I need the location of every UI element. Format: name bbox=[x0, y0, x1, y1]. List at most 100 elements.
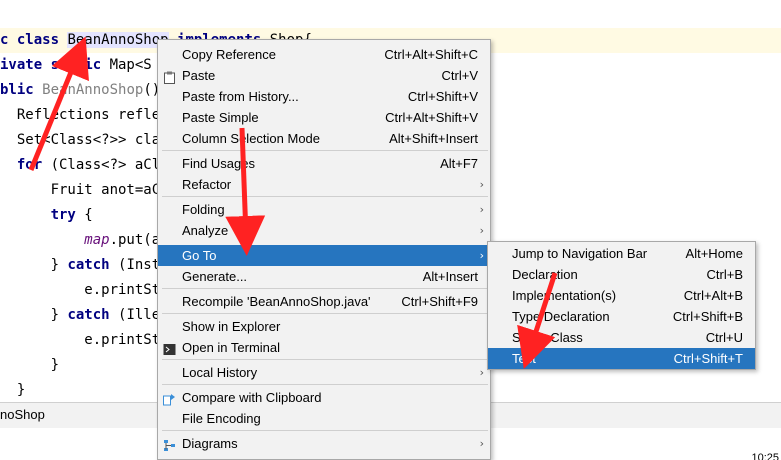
menu-item-generate[interactable]: Generate... Alt+Insert bbox=[158, 266, 490, 287]
code-token: (Inst bbox=[118, 257, 161, 273]
menu-item-label: Open in Terminal bbox=[182, 340, 281, 355]
menu-separator bbox=[162, 384, 488, 385]
code-line[interactable]: map.put(an bbox=[0, 228, 168, 253]
code-token: e.printSta bbox=[0, 282, 169, 298]
chevron-right-icon: › bbox=[479, 178, 484, 191]
menu-item-shortcut: Ctrl+Alt+Shift+V bbox=[385, 110, 478, 125]
submenu-item-label: Test bbox=[512, 351, 536, 366]
menu-item-label: Copy Reference bbox=[182, 47, 276, 62]
menu-item-shortcut: Ctrl+Shift+F9 bbox=[401, 294, 478, 309]
menu-item-shortcut: Alt+F7 bbox=[440, 156, 478, 171]
code-line[interactable]: Reflections reflec bbox=[0, 103, 169, 128]
code-line[interactable]: } catch (Ille bbox=[0, 303, 161, 328]
menu-separator bbox=[162, 359, 488, 360]
code-token: } bbox=[0, 307, 68, 323]
submenu-item-label: Declaration bbox=[512, 267, 578, 282]
chevron-right-icon: › bbox=[479, 224, 484, 237]
menu-item-refactor[interactable]: Refactor › bbox=[158, 174, 490, 195]
submenu-item-jump-to-navigation-bar[interactable]: Jump to Navigation Bar Alt+Home bbox=[488, 243, 755, 264]
menu-item-analyze[interactable]: Analyze › bbox=[158, 220, 490, 241]
menu-item-open-in-terminal[interactable]: Open in Terminal bbox=[158, 337, 490, 358]
menu-item-paste[interactable]: Paste Ctrl+V bbox=[158, 65, 490, 86]
menu-item-shortcut: Ctrl+Alt+Shift+C bbox=[384, 47, 478, 62]
menu-item-local-history[interactable]: Local History › bbox=[158, 362, 490, 383]
menu-item-diagrams[interactable]: Diagrams › bbox=[158, 433, 490, 454]
code-token: for bbox=[0, 157, 51, 173]
menu-separator bbox=[162, 150, 488, 151]
code-line[interactable]: try { bbox=[0, 203, 93, 228]
code-token: c class bbox=[0, 32, 68, 48]
code-token: blic bbox=[0, 82, 43, 98]
code-token: e.printSta bbox=[0, 332, 169, 348]
goto-submenu: Jump to Navigation Bar Alt+Home Declaratio… bbox=[487, 241, 756, 370]
code-line[interactable]: } catch (Inst bbox=[0, 253, 161, 278]
menu-item-copy-reference[interactable]: Copy Reference Ctrl+Alt+Shift+C bbox=[158, 44, 490, 65]
menu-item-shortcut: Ctrl+V bbox=[441, 68, 478, 83]
submenu-item-label: Type Declaration bbox=[512, 309, 610, 324]
code-line[interactable]: Fruit anot=aCl bbox=[0, 178, 169, 203]
code-token: } bbox=[0, 257, 68, 273]
menu-item-paste-simple[interactable]: Paste Simple Ctrl+Alt+Shift+V bbox=[158, 107, 490, 128]
code-line[interactable]: } bbox=[0, 353, 59, 378]
menu-separator bbox=[162, 313, 488, 314]
menu-item-column-selection-mode[interactable]: Column Selection Mode Alt+Shift+Insert bbox=[158, 128, 490, 149]
editor-tab-label[interactable]: noShop bbox=[0, 404, 45, 426]
menu-separator bbox=[162, 196, 488, 197]
code-line[interactable]: blic BeanAnnoShop() bbox=[0, 78, 160, 103]
menu-item-label: Folding bbox=[182, 202, 225, 217]
menu-item-label: Local History bbox=[182, 365, 258, 380]
code-token: } bbox=[0, 357, 60, 373]
context-menu: Copy Reference Ctrl+Alt+Shift+C Paste Ctrl+… bbox=[157, 39, 491, 460]
menu-item-go-to[interactable]: Go To › bbox=[158, 245, 490, 266]
code-token: catch bbox=[67, 257, 119, 273]
code-line[interactable]: ivate static Map<S bbox=[0, 53, 152, 78]
chevron-right-icon: › bbox=[479, 203, 484, 216]
menu-item-label: Generate... bbox=[182, 269, 248, 284]
submenu-item-implementation-s[interactable]: Implementation(s) Ctrl+Alt+B bbox=[488, 285, 755, 306]
menu-item-shortcut: Alt+Shift+Insert bbox=[389, 131, 478, 146]
submenu-item-shortcut: Ctrl+U bbox=[705, 330, 743, 345]
menu-item-compare-with-clipboard[interactable]: Compare with Clipboard bbox=[158, 387, 490, 408]
menu-item-label: Find Usages bbox=[182, 156, 255, 171]
code-token: ivate static bbox=[0, 57, 110, 73]
submenu-item-shortcut: Ctrl+Alt+B bbox=[683, 288, 743, 303]
menu-item-recompile-beanannoshop-java[interactable]: Recompile 'BeanAnnoShop.java' Ctrl+Shift+… bbox=[158, 291, 490, 312]
menu-item-paste-from-history[interactable]: Paste from History... Ctrl+Shift+V bbox=[158, 86, 490, 107]
submenu-item-label: Implementation(s) bbox=[512, 288, 617, 303]
chevron-right-icon: › bbox=[479, 437, 484, 450]
code-token: catch bbox=[67, 307, 119, 323]
code-token: } bbox=[0, 382, 26, 398]
menu-item-label: Analyze bbox=[182, 223, 229, 238]
code-line[interactable]: e.printSta bbox=[0, 328, 169, 353]
menu-item-label: Recompile 'BeanAnnoShop.java' bbox=[182, 294, 371, 309]
menu-item-show-in-explorer[interactable]: Show in Explorer bbox=[158, 316, 490, 337]
menu-item-label: Column Selection Mode bbox=[182, 131, 321, 146]
submenu-item-declaration[interactable]: Declaration Ctrl+B bbox=[488, 264, 755, 285]
code-token: map bbox=[0, 232, 110, 248]
menu-item-label: File Encoding bbox=[182, 411, 261, 426]
compare-icon bbox=[163, 391, 176, 406]
menu-item-find-usages[interactable]: Find Usages Alt+F7 bbox=[158, 153, 490, 174]
code-line[interactable]: for (Class<?> aCla bbox=[0, 153, 169, 178]
submenu-item-shortcut: Ctrl+B bbox=[706, 267, 743, 282]
menu-separator bbox=[162, 288, 488, 289]
code-line[interactable]: } bbox=[0, 378, 25, 403]
code-token: Reflections reflec bbox=[0, 107, 169, 123]
menu-item-shortcut: Alt+Insert bbox=[422, 269, 478, 284]
submenu-item-type-declaration[interactable]: Type Declaration Ctrl+Shift+B bbox=[488, 306, 755, 327]
submenu-item-shortcut: Ctrl+Shift+B bbox=[672, 309, 743, 324]
menu-item-file-encoding[interactable]: File Encoding bbox=[158, 408, 490, 429]
code-token: (Ille bbox=[118, 307, 161, 323]
submenu-item-shortcut: Ctrl+Shift+T bbox=[673, 351, 743, 366]
menu-item-shortcut: Ctrl+Shift+V bbox=[407, 89, 478, 104]
chevron-right-icon: › bbox=[479, 249, 484, 262]
menu-item-folding[interactable]: Folding › bbox=[158, 199, 490, 220]
code-token: BeanAnnoShop bbox=[42, 82, 144, 98]
submenu-item-test[interactable]: Test Ctrl+Shift+T bbox=[488, 348, 755, 369]
menu-item-label: Paste bbox=[182, 68, 216, 83]
submenu-item-label: Jump to Navigation Bar bbox=[512, 246, 648, 261]
submenu-item-super-class[interactable]: Super Class Ctrl+U bbox=[488, 327, 755, 348]
menu-item-label: Diagrams bbox=[182, 436, 238, 451]
code-line[interactable]: e.printSta bbox=[0, 278, 169, 303]
diagram-icon bbox=[163, 437, 176, 451]
